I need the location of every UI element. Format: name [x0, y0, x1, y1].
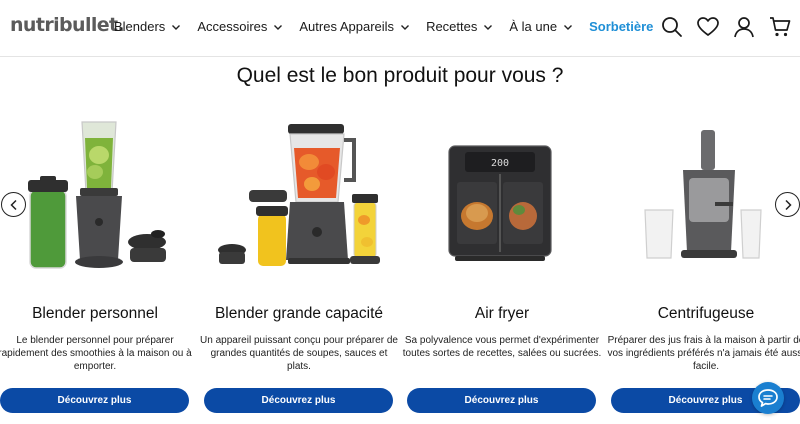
product-description: Le blender personnel pour préparer rapid…	[0, 335, 192, 372]
nav-item-accessoires[interactable]: Accessoires	[197, 19, 284, 34]
nav-item-label: Blenders	[114, 19, 166, 34]
nav-item-label: Accessoires	[197, 19, 268, 34]
display-readout: 200	[491, 158, 509, 169]
nav-item-label: À la une	[509, 19, 558, 34]
air-fryer-image[interactable]: 200	[407, 110, 597, 275]
product-name: Centrifugeuse	[657, 305, 755, 322]
juicer-image[interactable]	[611, 110, 800, 275]
chat-button[interactable]	[752, 382, 784, 414]
discover-button[interactable]: Découvrez plus	[407, 388, 596, 413]
nav-item-label: Recettes	[426, 19, 478, 34]
chevron-down-icon	[401, 24, 410, 30]
nav-item-sorbetiere[interactable]: Sorbetière	[589, 19, 653, 34]
chevron-down-icon	[484, 24, 493, 30]
personal-blender-image[interactable]	[0, 110, 190, 275]
header-icons	[660, 14, 792, 40]
discover-button[interactable]: Découvrez plus	[204, 388, 393, 413]
nav-item-a-la-une[interactable]: À la une	[509, 19, 574, 34]
product-name: Air fryer	[474, 305, 530, 322]
site-header: nutribullet. Blenders Accessoires Autres…	[0, 0, 800, 57]
product-description: Un appareil puissant conçu pour préparer…	[200, 335, 398, 372]
product-name: Blender personnel	[32, 305, 158, 322]
nav-item-blenders[interactable]: Blenders	[114, 19, 182, 34]
discover-button[interactable]: Découvrez plus	[0, 388, 189, 413]
nav-item-autres-appareils[interactable]: Autres Appareils	[299, 19, 411, 34]
heart-icon[interactable]	[696, 14, 720, 40]
account-icon[interactable]	[732, 14, 756, 40]
section-title: Quel est le bon produit pour vous ?	[236, 64, 564, 87]
product-description: Sa polyvalence vous permet d'expérimente…	[402, 335, 602, 359]
chat-bubble-icon	[758, 389, 778, 407]
main-nav: Blenders Accessoires Autres Appareils Re…	[114, 19, 668, 34]
product-name: Blender grande capacité	[214, 305, 384, 322]
product-description: Préparer des jus frais à la maison à par…	[607, 335, 800, 372]
chevron-down-icon	[172, 24, 181, 30]
brand-logo[interactable]: nutribullet.	[10, 14, 125, 36]
nav-item-recettes[interactable]: Recettes	[426, 19, 494, 34]
large-blender-image[interactable]	[204, 110, 394, 275]
chevron-down-icon	[274, 24, 283, 30]
search-icon[interactable]	[660, 14, 684, 40]
cart-icon[interactable]	[768, 14, 792, 40]
nav-item-label: Autres Appareils	[299, 19, 395, 34]
chevron-down-icon	[564, 24, 573, 30]
